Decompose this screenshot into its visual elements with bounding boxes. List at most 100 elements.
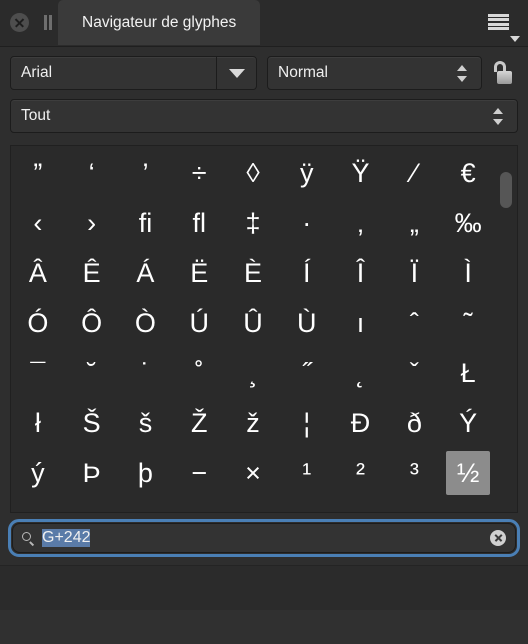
close-icon[interactable] xyxy=(10,12,29,32)
glyph-cell[interactable]: ’ xyxy=(119,148,173,198)
glyph-character: ¦ xyxy=(303,407,311,438)
glyph-cell[interactable]: · xyxy=(280,198,334,248)
glyph-cell[interactable]: Ù xyxy=(280,298,334,348)
glyph-cell[interactable]: Ô xyxy=(65,298,119,348)
glyph-cell[interactable]: ž xyxy=(226,398,280,448)
glyph-cell[interactable]: ˚ xyxy=(172,348,226,398)
glyph-cell[interactable]: ý xyxy=(11,448,65,498)
glyph-cell[interactable]: ‹ xyxy=(11,198,65,248)
glyph-range-select[interactable]: Tout xyxy=(10,99,518,133)
glyph-cell[interactable]: ³ xyxy=(387,448,441,498)
glyph-cell[interactable]: ı xyxy=(334,298,388,348)
glyph-cell[interactable]: Ì xyxy=(441,248,495,298)
glyph-cell[interactable]: ˆ xyxy=(387,298,441,348)
search-input[interactable]: G+242 xyxy=(42,529,490,547)
glyph-cell[interactable]: Ê xyxy=(65,248,119,298)
glyph-cell[interactable]: Ï xyxy=(387,248,441,298)
glyph-cell[interactable]: ² xyxy=(334,448,388,498)
glyph-cell[interactable]: Þ xyxy=(65,448,119,498)
glyph-character: Ò xyxy=(134,307,156,338)
glyph-cell[interactable]: š xyxy=(119,398,173,448)
glyph-character: ² xyxy=(356,457,366,488)
font-style-select[interactable]: Normal xyxy=(267,56,482,90)
glyph-cell[interactable]: Ú xyxy=(172,298,226,348)
glyph-character: ı xyxy=(356,307,365,338)
glyph-cell[interactable]: ⁄ xyxy=(387,148,441,198)
glyph-character: ﬁ xyxy=(138,207,153,238)
glyph-character: ’ xyxy=(142,157,149,188)
chevron-down-icon[interactable] xyxy=(510,36,520,42)
glyph-cell[interactable]: „ xyxy=(387,198,441,248)
unlocked-padlock-icon[interactable] xyxy=(493,61,512,85)
glyph-cell[interactable]: ﬁ xyxy=(119,198,173,248)
glyph-cell[interactable]: Ł xyxy=(441,348,495,398)
glyph-cell[interactable]: Í xyxy=(280,248,334,298)
chevron-up-icon[interactable] xyxy=(457,64,467,71)
glyph-cell[interactable]: − xyxy=(172,448,226,498)
chevron-down-icon[interactable] xyxy=(493,118,503,125)
title-bar-right-controls xyxy=(488,0,528,44)
glyph-cell[interactable]: ¦ xyxy=(280,398,334,448)
glyph-cell[interactable]: ﬂ xyxy=(172,198,226,248)
glyph-cell[interactable]: ‰ xyxy=(441,198,495,248)
glyph-grid-scrollbar[interactable] xyxy=(495,146,517,512)
glyph-character: Ÿ xyxy=(351,157,370,188)
glyph-cell[interactable]: ˜ xyxy=(441,298,495,348)
glyph-cell[interactable]: Ž xyxy=(172,398,226,448)
glyph-cell[interactable]: € xyxy=(441,148,495,198)
glyph-cell[interactable]: ˛ xyxy=(334,348,388,398)
tab-glyph-browser[interactable]: Navigateur de glyphes xyxy=(58,0,261,45)
glyph-cell[interactable]: Ý xyxy=(441,398,495,448)
pause-grip-icon[interactable] xyxy=(43,14,53,30)
glyph-cell[interactable]: ¹ xyxy=(280,448,334,498)
glyph-cell[interactable]: ¸ xyxy=(226,348,280,398)
glyph-range-stepper[interactable] xyxy=(485,107,517,125)
glyph-cell[interactable]: È xyxy=(226,248,280,298)
glyph-cell[interactable]: Š xyxy=(65,398,119,448)
title-bar-left-controls xyxy=(0,0,53,44)
clear-icon[interactable] xyxy=(490,530,506,546)
glyph-cell[interactable]: ‘ xyxy=(65,148,119,198)
glyph-cell[interactable]: Î xyxy=(334,248,388,298)
glyph-cell[interactable]: Ò xyxy=(119,298,173,348)
glyph-cell[interactable]: ÷ xyxy=(172,148,226,198)
hamburger-menu-icon[interactable] xyxy=(488,14,509,30)
glyph-cell[interactable]: ‡ xyxy=(226,198,280,248)
glyph-cell[interactable]: ” xyxy=(11,148,65,198)
glyph-cell[interactable]: Á xyxy=(119,248,173,298)
glyph-cell[interactable]: Ë xyxy=(172,248,226,298)
glyph-cell[interactable]: ◊ xyxy=(226,148,280,198)
font-style-value: Normal xyxy=(278,64,328,81)
glyph-cell[interactable]: ‚ xyxy=(334,198,388,248)
glyph-cell[interactable]: ł xyxy=(11,398,65,448)
glyph-cell[interactable]: Ÿ xyxy=(334,148,388,198)
glyph-cell[interactable]: › xyxy=(65,198,119,248)
glyph-cell[interactable]: ˇ xyxy=(387,348,441,398)
glyph-grid[interactable]: ” ‘ ’ ÷ ◊ ÿ Ÿ ⁄ € ‹ › ﬁ ﬂ ‡ · ‚ „ ‰ Â Ê Á Ë È Í Î Ï Ì Ó Ô Ò Ú Û Ùı ˆ ˜ ¯ ˘ ˙ ˚… xyxy=(11,146,495,512)
glyph-cell[interactable]: ˘ xyxy=(65,348,119,398)
font-style-stepper[interactable] xyxy=(449,64,481,82)
font-family-select[interactable]: Arial xyxy=(10,56,257,90)
glyph-cell[interactable]: Â xyxy=(11,248,65,298)
glyph-cell[interactable]: × xyxy=(226,448,280,498)
glyph-cell[interactable]: ½ xyxy=(441,448,495,498)
glyph-cell[interactable]: ¯ xyxy=(11,348,65,398)
glyph-character: Þ xyxy=(82,457,101,488)
search-field[interactable]: G+242 xyxy=(12,523,516,553)
glyph-cell[interactable]: ˙ xyxy=(119,348,173,398)
glyph-cell[interactable]: ÿ xyxy=(280,148,334,198)
glyph-character: Ú xyxy=(189,307,209,338)
glyph-character: ˘ xyxy=(87,357,97,388)
scrollbar-thumb[interactable] xyxy=(500,172,512,208)
chevron-down-icon[interactable] xyxy=(457,75,467,82)
chevron-up-icon[interactable] xyxy=(493,107,503,114)
glyph-cell[interactable]: Û xyxy=(226,298,280,348)
glyph-cell[interactable]: ˝ xyxy=(280,348,334,398)
glyph-character: Ô xyxy=(81,307,103,338)
glyph-cell[interactable]: Ó xyxy=(11,298,65,348)
glyph-cell[interactable]: Ð xyxy=(334,398,388,448)
glyph-cell[interactable]: ð xyxy=(387,398,441,448)
glyph-character: × xyxy=(245,457,261,488)
glyph-cell[interactable]: þ xyxy=(119,448,173,498)
font-family-dropdown-button[interactable] xyxy=(216,57,256,89)
